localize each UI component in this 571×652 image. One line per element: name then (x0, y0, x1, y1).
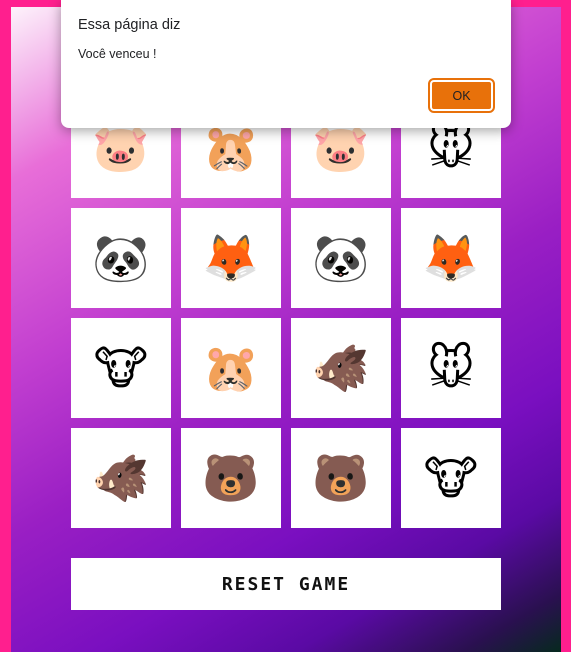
card-panda[interactable]: 🐼 (291, 208, 391, 308)
dialog-message: Você venceu ! (78, 47, 157, 61)
hamster-icon: 🐹 (202, 341, 260, 395)
panda-icon: 🐼 (312, 231, 370, 285)
hamster-icon: 🐹 (202, 121, 260, 175)
ok-button[interactable]: OK (428, 78, 495, 113)
card-hamster[interactable]: 🐹 (181, 318, 281, 418)
boar-icon: 🐗 (92, 451, 150, 505)
reset-game-button[interactable]: RESET GAME (71, 558, 501, 610)
card-cow[interactable]: 🐮 (71, 318, 171, 418)
pig-icon: 🐷 (312, 121, 370, 175)
mouse-icon: 🐭 (427, 341, 475, 395)
pig-icon: 🐷 (92, 121, 150, 175)
fox-icon: 🦊 (202, 231, 260, 285)
card-bear[interactable]: 🐻 (291, 428, 391, 528)
card-boar[interactable]: 🐗 (71, 428, 171, 528)
mouse-icon: 🐭 (427, 121, 475, 175)
bear-icon: 🐻 (312, 451, 370, 505)
cow-icon: 🐮 (423, 451, 479, 505)
bear-icon: 🐻 (202, 451, 260, 505)
card-fox[interactable]: 🦊 (181, 208, 281, 308)
panda-icon: 🐼 (92, 231, 150, 285)
card-bear[interactable]: 🐻 (181, 428, 281, 528)
card-panda[interactable]: 🐼 (71, 208, 171, 308)
memory-board: 🐷 🐹 🐷 🐭 🐼 🦊 🐼 🦊 🐮 🐹 🐗 🐭 🐗 🐻 🐻 🐮 (71, 98, 501, 528)
fox-icon: 🦊 (422, 231, 480, 285)
boar-icon: 🐗 (312, 341, 370, 395)
card-cow[interactable]: 🐮 (401, 428, 501, 528)
card-mouse[interactable]: 🐭 (401, 318, 501, 418)
card-boar[interactable]: 🐗 (291, 318, 391, 418)
card-fox[interactable]: 🦊 (401, 208, 501, 308)
cow-icon: 🐮 (93, 341, 149, 395)
dialog-title: Essa página diz (78, 17, 181, 33)
alert-dialog: Essa página diz Você venceu ! OK (61, 0, 511, 128)
